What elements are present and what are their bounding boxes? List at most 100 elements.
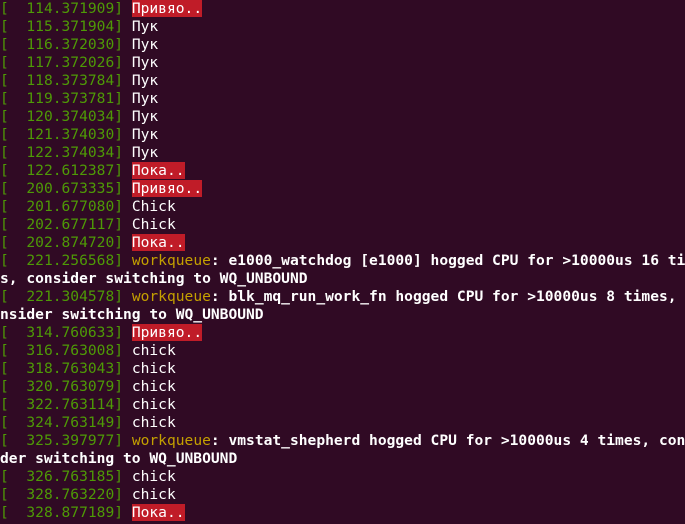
log-message: chick	[131, 342, 176, 359]
open-bracket: [	[0, 126, 9, 143]
log-message: Привяо..	[131, 324, 203, 341]
log-continuation-text: s, consider switching to WQ_UNBOUND	[0, 270, 308, 287]
log-message: Пока..	[131, 234, 185, 251]
open-bracket: [	[0, 108, 9, 125]
log-line: [ 115.371904] Пук	[0, 18, 685, 36]
log-line: [ 116.372030] Пук	[0, 36, 685, 54]
close-bracket: ]	[114, 108, 132, 125]
close-bracket: ]	[114, 234, 132, 251]
close-bracket: ]	[114, 342, 132, 359]
log-line-continuation: der switching to WQ_UNBOUND	[0, 450, 685, 468]
log-message: Пук	[131, 144, 159, 161]
log-line: [ 328.877189] Пока..	[0, 504, 685, 522]
log-message: chick	[131, 378, 176, 395]
log-line-continuation: nsider switching to WQ_UNBOUND	[0, 306, 685, 324]
close-bracket: ]	[114, 198, 132, 215]
close-bracket: ]	[114, 162, 132, 179]
open-bracket: [	[0, 36, 9, 53]
timestamp: 322.763114	[8, 396, 115, 413]
timestamp: 114.371909	[8, 0, 115, 17]
log-line: [ 324.763149] chick	[0, 414, 685, 432]
close-bracket: ]	[114, 0, 132, 17]
close-bracket: ]	[114, 36, 132, 53]
log-line: [ 325.397977] workqueue: vmstat_shepherd…	[0, 432, 685, 450]
log-message: Пока..	[131, 504, 185, 521]
log-message: Chick	[131, 198, 176, 215]
log-message: Пук	[131, 18, 159, 35]
log-line: [ 117.372026] Пук	[0, 54, 685, 72]
log-line: [ 326.763185] chick	[0, 468, 685, 486]
timestamp: 320.763079	[8, 378, 115, 395]
open-bracket: [	[0, 72, 9, 89]
log-line: [ 320.763079] chick	[0, 378, 685, 396]
close-bracket: ]	[114, 504, 132, 521]
log-line: [ 202.874720] Пока..	[0, 234, 685, 252]
close-bracket: ]	[114, 486, 132, 503]
log-message: Chick	[131, 216, 176, 233]
timestamp: 326.763185	[8, 468, 115, 485]
close-bracket: ]	[114, 90, 132, 107]
close-bracket: ]	[114, 360, 132, 377]
close-bracket: ]	[114, 126, 132, 143]
log-message: Пук	[131, 36, 159, 53]
open-bracket: [	[0, 414, 9, 431]
log-line: [ 121.374030] Пук	[0, 126, 685, 144]
open-bracket: [	[0, 18, 9, 35]
workqueue-prefix: workqueue	[131, 432, 211, 449]
close-bracket: ]	[114, 144, 132, 161]
open-bracket: [	[0, 144, 9, 161]
timestamp: 119.373781	[8, 90, 115, 107]
timestamp: 122.612387	[8, 162, 115, 179]
timestamp: 201.677080	[8, 198, 115, 215]
open-bracket: [	[0, 360, 9, 377]
log-message: chick	[131, 396, 176, 413]
log-line: [ 316.763008] chick	[0, 342, 685, 360]
log-line: [ 221.256568] workqueue: e1000_watchdog …	[0, 252, 685, 270]
log-continuation-text: nsider switching to WQ_UNBOUND	[0, 306, 264, 323]
log-message: chick	[131, 414, 176, 431]
close-bracket: ]	[114, 252, 132, 269]
log-line: [ 122.612387] Пока..	[0, 162, 685, 180]
workqueue-prefix: workqueue	[131, 252, 211, 269]
open-bracket: [	[0, 90, 9, 107]
open-bracket: [	[0, 0, 9, 17]
open-bracket: [	[0, 504, 9, 521]
close-bracket: ]	[114, 396, 132, 413]
log-message: Пук	[131, 108, 159, 125]
open-bracket: [	[0, 54, 9, 71]
open-bracket: [	[0, 432, 9, 449]
log-message: : vmstat_shepherd hogged CPU for >10000u…	[210, 432, 685, 449]
timestamp: 328.763220	[8, 486, 115, 503]
log-line: [ 118.373784] Пук	[0, 72, 685, 90]
open-bracket: [	[0, 486, 9, 503]
log-message: Привяо..	[131, 0, 203, 17]
timestamp: 202.677117	[8, 216, 115, 233]
log-line: [ 200.673335] Привяо..	[0, 180, 685, 198]
close-bracket: ]	[114, 18, 132, 35]
terminal-output[interactable]: [ 114.371909] Привяо..[ 115.371904] Пук[…	[0, 0, 685, 524]
log-message: Привяо..	[131, 180, 203, 197]
timestamp: 122.374034	[8, 144, 115, 161]
open-bracket: [	[0, 396, 9, 413]
log-message: chick	[131, 360, 176, 377]
open-bracket: [	[0, 162, 9, 179]
log-line-continuation: s, consider switching to WQ_UNBOUND	[0, 270, 685, 288]
log-message: chick	[131, 468, 176, 485]
open-bracket: [	[0, 342, 9, 359]
log-message: Пока..	[131, 162, 185, 179]
log-line: [ 221.304578] workqueue: blk_mq_run_work…	[0, 288, 685, 306]
log-message: Пук	[131, 90, 159, 107]
timestamp: 115.371904	[8, 18, 115, 35]
log-line: [ 328.763220] chick	[0, 486, 685, 504]
timestamp: 324.763149	[8, 414, 115, 431]
timestamp: 318.763043	[8, 360, 115, 377]
close-bracket: ]	[114, 432, 132, 449]
log-message: chick	[131, 486, 176, 503]
timestamp: 328.877189	[8, 504, 115, 521]
log-line: [ 318.763043] chick	[0, 360, 685, 378]
close-bracket: ]	[114, 216, 132, 233]
timestamp: 120.374034	[8, 108, 115, 125]
close-bracket: ]	[114, 72, 132, 89]
log-line: [ 202.677117] Chick	[0, 216, 685, 234]
open-bracket: [	[0, 324, 9, 341]
